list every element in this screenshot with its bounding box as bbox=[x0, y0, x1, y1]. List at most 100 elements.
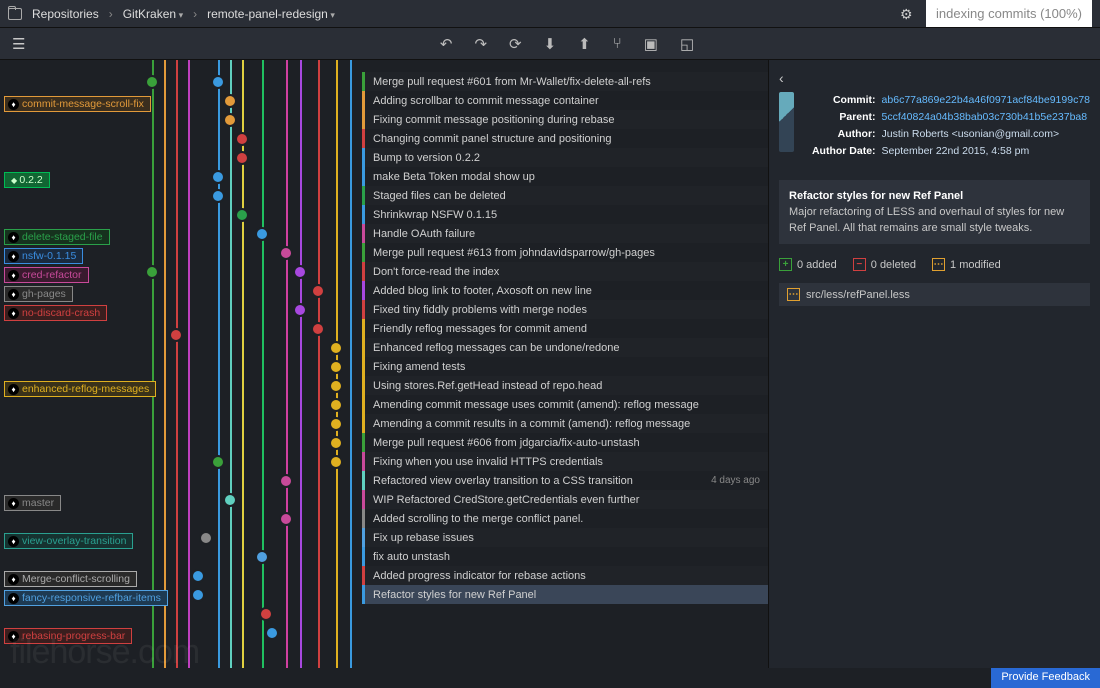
commit-node[interactable] bbox=[145, 75, 159, 89]
commit-row[interactable]: Fixed tiny fiddly problems with merge no… bbox=[362, 300, 768, 319]
branch-label[interactable]: ♦cred-refactor bbox=[4, 267, 89, 283]
commit-node[interactable] bbox=[329, 417, 343, 431]
branch-label[interactable]: ♦delete-staged-file bbox=[4, 229, 110, 245]
commit-row[interactable]: fix auto unstash bbox=[362, 547, 768, 566]
breadcrumb-branch[interactable]: remote-panel-redesign bbox=[203, 5, 339, 23]
commit-node[interactable] bbox=[259, 607, 273, 621]
chevron-right-icon: › bbox=[193, 7, 197, 21]
commit-row[interactable]: Don't force-read the index bbox=[362, 262, 768, 281]
commit-node[interactable] bbox=[145, 265, 159, 279]
commit-node[interactable] bbox=[169, 328, 183, 342]
branch-label[interactable]: ♦rebasing-progress-bar bbox=[4, 628, 132, 644]
commit-summary: Adding scrollbar to commit message conta… bbox=[373, 95, 599, 107]
branch-label[interactable]: ♦no-discard-crash bbox=[4, 305, 107, 321]
commit-summary: Merge pull request #601 from Mr-Wallet/f… bbox=[373, 76, 651, 88]
commit-row[interactable]: Fixing commit message positioning during… bbox=[362, 110, 768, 129]
commit-row[interactable]: Handle OAuth failure bbox=[362, 224, 768, 243]
commit-node[interactable] bbox=[223, 94, 237, 108]
commit-node[interactable] bbox=[279, 474, 293, 488]
branch-label[interactable]: ♦view-overlay-transition bbox=[4, 533, 133, 549]
branch-label[interactable]: ♦enhanced-reflog-messages bbox=[4, 381, 156, 397]
commit-row[interactable]: Refactored view overlay transition to a … bbox=[362, 471, 768, 490]
commit-row[interactable]: Added blog link to footer, Axosoft on ne… bbox=[362, 281, 768, 300]
commit-node[interactable] bbox=[329, 360, 343, 374]
feedback-button[interactable]: Provide Feedback bbox=[991, 668, 1100, 688]
undo-icon[interactable]: ↶ bbox=[440, 35, 453, 53]
branch-label[interactable]: ♦master bbox=[4, 495, 61, 511]
commit-row[interactable]: Merge pull request #601 from Mr-Wallet/f… bbox=[362, 72, 768, 91]
commit-node[interactable] bbox=[191, 588, 205, 602]
back-icon[interactable]: ‹ bbox=[779, 70, 1090, 86]
branch-icon[interactable]: ⑂ bbox=[613, 35, 622, 53]
push-icon[interactable]: ⬆︎ bbox=[578, 35, 591, 53]
commit-row[interactable]: make Beta Token modal show up bbox=[362, 167, 768, 186]
branch-name: Merge-conflict-scrolling bbox=[22, 573, 130, 585]
commit-node[interactable] bbox=[329, 341, 343, 355]
commit-row[interactable]: Shrinkwrap NSFW 0.1.15 bbox=[362, 205, 768, 224]
changed-file[interactable]: ⋯ src/less/refPanel.less bbox=[779, 283, 1090, 306]
settings-icon[interactable]: ⚙ bbox=[900, 6, 916, 22]
commit-node[interactable] bbox=[211, 189, 225, 203]
commit-node[interactable] bbox=[279, 512, 293, 526]
branch-label[interactable]: ♦commit-message-scroll-fix bbox=[4, 96, 151, 112]
commit-node[interactable] bbox=[311, 322, 325, 336]
commit-node[interactable] bbox=[293, 303, 307, 317]
commit-summary: Don't force-read the index bbox=[373, 266, 499, 278]
commit-row[interactable]: Merge pull request #606 from jdgarcia/fi… bbox=[362, 433, 768, 452]
commit-row[interactable]: Fixing when you use invalid HTTPS creden… bbox=[362, 452, 768, 471]
commit-node[interactable] bbox=[235, 151, 249, 165]
commit-row[interactable]: WIP Refactored CredStore.getCredentials … bbox=[362, 490, 768, 509]
commit-node[interactable] bbox=[329, 455, 343, 469]
pop-stash-icon[interactable]: ◱ bbox=[680, 35, 694, 53]
commit-node[interactable] bbox=[235, 208, 249, 222]
commit-row[interactable]: Adding scrollbar to commit message conta… bbox=[362, 91, 768, 110]
stash-icon[interactable]: ▣ bbox=[644, 35, 658, 53]
commit-row[interactable]: Fixing amend tests bbox=[362, 357, 768, 376]
commit-row[interactable]: Merge pull request #613 from johndavidsp… bbox=[362, 243, 768, 262]
breadcrumb-repos[interactable]: Repositories bbox=[28, 5, 103, 23]
commit-node[interactable] bbox=[329, 398, 343, 412]
parent-hash[interactable]: 5ccf40824a04b38bab03c730b41b5e237ba8 bbox=[882, 109, 1090, 126]
commit-node[interactable] bbox=[279, 246, 293, 260]
branch-label[interactable]: ♦nsfw-0.1.15 bbox=[4, 248, 83, 264]
commit-node[interactable] bbox=[223, 113, 237, 127]
breadcrumb-product[interactable]: GitKraken bbox=[119, 5, 187, 23]
commit-row[interactable]: Enhanced reflog messages can be undone/r… bbox=[362, 338, 768, 357]
commit-node[interactable] bbox=[211, 455, 225, 469]
tag-label[interactable]: 0.2.2 bbox=[4, 172, 50, 188]
commit-node[interactable] bbox=[255, 227, 269, 241]
commit-node[interactable] bbox=[211, 75, 225, 89]
commit-node[interactable] bbox=[293, 265, 307, 279]
commit-row[interactable]: Using stores.Ref.getHead instead of repo… bbox=[362, 376, 768, 395]
commit-node[interactable] bbox=[265, 626, 279, 640]
refresh-icon[interactable]: ⟳ bbox=[509, 35, 522, 53]
commit-node[interactable] bbox=[199, 531, 213, 545]
commit-row[interactable]: Bump to version 0.2.2 bbox=[362, 148, 768, 167]
redo-icon[interactable]: ↷ bbox=[474, 35, 487, 53]
commit-row[interactable]: Amending commit message uses commit (ame… bbox=[362, 395, 768, 414]
commit-row[interactable]: Changing commit panel structure and posi… bbox=[362, 129, 768, 148]
github-icon: ♦ bbox=[8, 631, 19, 642]
commit-row[interactable]: Added progress indicator for rebase acti… bbox=[362, 566, 768, 585]
branch-label[interactable]: ♦gh-pages bbox=[4, 286, 73, 302]
commit-node[interactable] bbox=[191, 569, 205, 583]
branch-label[interactable]: ♦Merge-conflict-scrolling bbox=[4, 571, 137, 587]
commit-node[interactable] bbox=[311, 284, 325, 298]
commit-hash[interactable]: ab6c77a869e22b4a46f0971acf84be9199c78 bbox=[882, 92, 1090, 109]
branch-label[interactable]: ♦fancy-responsive-refbar-items bbox=[4, 590, 168, 606]
commit-node[interactable] bbox=[255, 550, 269, 564]
commit-row[interactable]: Refactor styles for new Ref Panel bbox=[362, 585, 768, 604]
commit-row[interactable]: Added scrolling to the merge conflict pa… bbox=[362, 509, 768, 528]
commit-node[interactable] bbox=[329, 379, 343, 393]
commit-row[interactable]: Staged files can be deleted bbox=[362, 186, 768, 205]
commit-node[interactable] bbox=[223, 493, 237, 507]
commit-row[interactable]: Fix up rebase issues bbox=[362, 528, 768, 547]
stat-added: +0 added bbox=[779, 258, 837, 271]
commit-node[interactable] bbox=[329, 436, 343, 450]
list-view-icon[interactable]: ☰ bbox=[12, 35, 34, 53]
commit-node[interactable] bbox=[211, 170, 225, 184]
commit-row[interactable]: Friendly reflog messages for commit amen… bbox=[362, 319, 768, 338]
pull-icon[interactable]: ⬇︎ bbox=[544, 35, 557, 53]
commit-node[interactable] bbox=[235, 132, 249, 146]
commit-row[interactable]: Amending a commit results in a commit (a… bbox=[362, 414, 768, 433]
